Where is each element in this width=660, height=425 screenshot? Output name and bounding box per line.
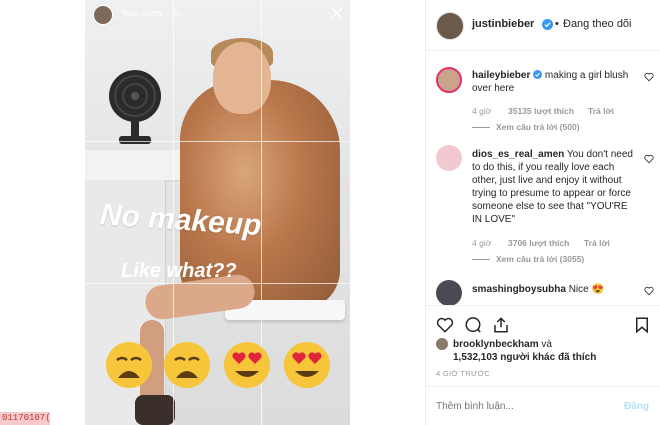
view-replies-button[interactable]: Xem câu trả lời (3055)	[472, 254, 584, 264]
header-separator: •	[555, 18, 559, 30]
post-timestamp[interactable]: 4 GIỜ TRƯỚC	[436, 369, 490, 378]
comment-body: haileybieber making a girl blush over he…	[472, 69, 637, 95]
close-icon[interactable]	[330, 6, 344, 20]
verified-icon	[533, 70, 543, 79]
divider	[426, 305, 660, 306]
verified-icon	[542, 19, 553, 30]
likes-line-1: brooklynbeckham và	[453, 338, 552, 351]
comment-body: dios_es_real_amen You don't need to do t…	[472, 148, 637, 226]
likes-count[interactable]: 1,532,103 người khác đã thích	[453, 351, 596, 364]
author-username[interactable]: justinbieber	[472, 18, 534, 31]
corner-stamp: 01170107(	[0, 412, 50, 425]
desk-fan	[109, 70, 161, 144]
share-icon[interactable]	[492, 316, 510, 334]
view-replies-button[interactable]: Xem câu trả lời (500)	[472, 122, 580, 132]
follow-status-button[interactable]: Đang theo dõi	[563, 18, 632, 31]
commenter-avatar[interactable]	[436, 67, 462, 93]
comment-time[interactable]: 4 giờ	[472, 106, 491, 116]
post-header: justinbieber • Đang theo dõi	[426, 0, 660, 51]
grid-line	[85, 141, 350, 142]
liker-avatar[interactable]	[436, 338, 448, 350]
story-caption-sub: Like what??	[121, 260, 237, 282]
commenter-avatar[interactable]	[436, 145, 462, 171]
person-head	[213, 42, 271, 114]
story-time: 5h	[172, 8, 183, 18]
story-title: Your Story	[121, 8, 163, 18]
comment-likes[interactable]: 35135 lượt thích	[508, 106, 574, 116]
comment-likes[interactable]: 3706 lượt thích	[508, 238, 569, 248]
post-comment-button[interactable]: Đăng	[624, 400, 649, 413]
comment-text: You don't need to do this, if you really…	[472, 149, 633, 225]
weary-face-emoji	[106, 342, 152, 388]
commenter-username[interactable]: haileybieber	[472, 70, 530, 81]
post-actions	[426, 308, 660, 338]
heart-eyes-emoji	[224, 342, 270, 388]
likes-and: và	[541, 339, 552, 350]
heart-icon[interactable]	[644, 72, 654, 82]
reply-button[interactable]: Trả lời	[584, 238, 610, 248]
post-panel: justinbieber • Đang theo dõi haileybiebe…	[425, 0, 660, 425]
person-boot	[135, 395, 175, 425]
reply-button[interactable]: Trả lời	[588, 106, 614, 116]
story-avatar[interactable]	[93, 5, 113, 25]
heart-icon[interactable]	[644, 286, 654, 296]
comment-input[interactable]	[436, 398, 596, 414]
comment-icon[interactable]	[464, 316, 482, 334]
commenter-username[interactable]: dios_es_real_amen	[472, 149, 564, 160]
heart-icon[interactable]	[644, 154, 654, 164]
bookmark-icon[interactable]	[633, 316, 651, 334]
grid-line	[85, 283, 350, 284]
commenter-username[interactable]: smashingboysubha	[472, 284, 566, 295]
author-avatar[interactable]	[436, 12, 464, 40]
heart-icon[interactable]	[436, 316, 454, 334]
weary-face-emoji	[164, 342, 210, 388]
comment-body: smashingboysubha Nice 😍	[472, 283, 637, 296]
liker-username[interactable]: brooklynbeckham	[453, 339, 539, 350]
comment-text: Nice 😍	[568, 284, 604, 295]
page-background-middle	[350, 0, 425, 425]
divider	[426, 386, 660, 387]
comment-time[interactable]: 4 giờ	[472, 238, 491, 248]
commenter-avatar[interactable]	[436, 280, 462, 306]
heart-eyes-emoji	[284, 342, 330, 388]
page-background-left	[0, 0, 85, 425]
